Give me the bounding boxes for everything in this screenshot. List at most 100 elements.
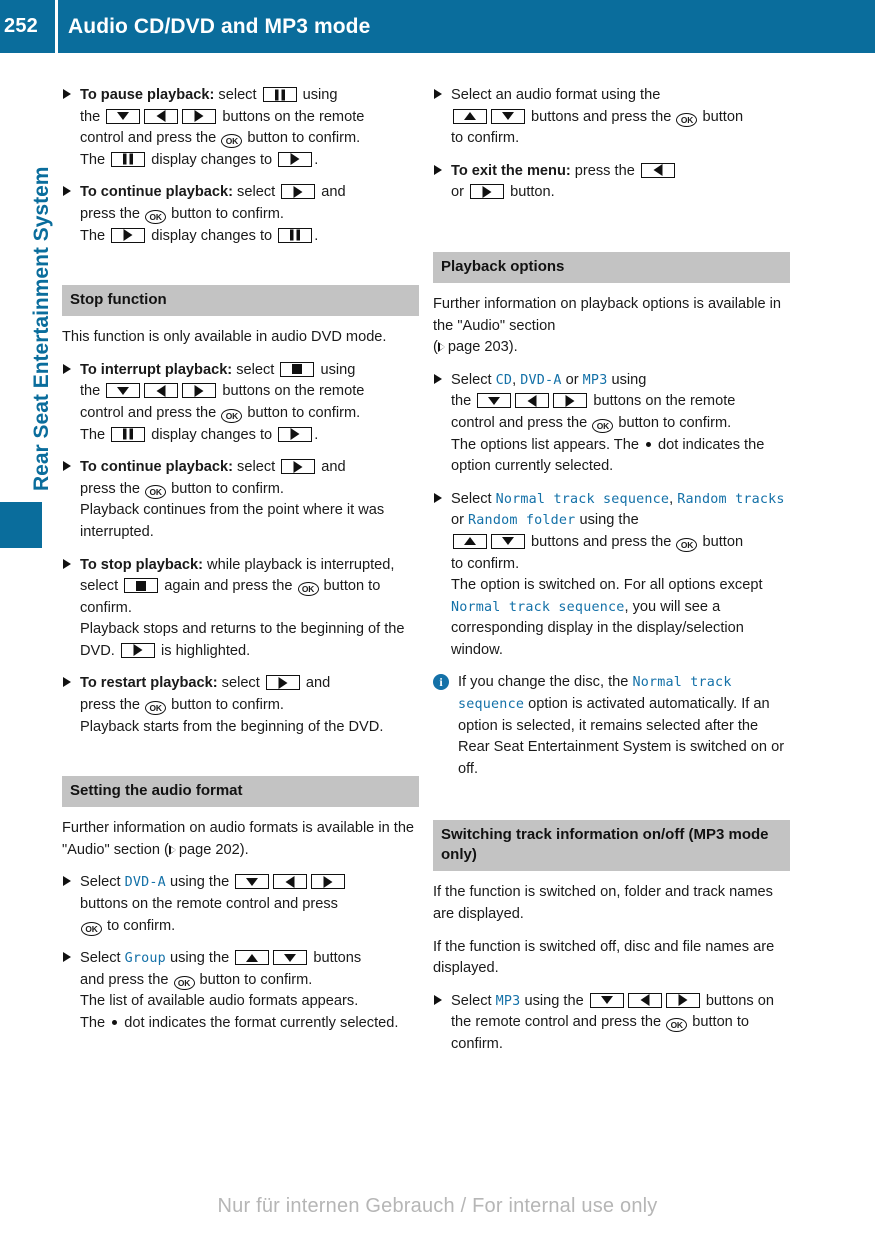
page-title: Audio CD/DVD and MP3 mode [68, 14, 371, 38]
ok-button-icon: OK [221, 408, 243, 423]
text: . [314, 227, 319, 244]
play-icon [281, 459, 316, 475]
text: dot indicates the format currently selec… [120, 1015, 399, 1031]
text: buttons on the remote [218, 383, 365, 400]
pause-icon [262, 87, 297, 102]
text: The [80, 426, 110, 443]
text: buttons and press the [527, 108, 676, 125]
ok-button-icon: OK [666, 1018, 688, 1033]
arrow-right-icon [182, 108, 217, 124]
text: button to confirm. [243, 404, 361, 421]
text: buttons [309, 950, 362, 967]
list-item: Select CD, DVD-A or MP3 using the button… [433, 370, 790, 478]
ok-button-icon: OK [676, 112, 698, 127]
ok-button-icon: OK [81, 921, 102, 936]
text: control and press the [80, 130, 221, 147]
list-item: To exit the menu: press the or button. [433, 161, 790, 204]
paragraph: This function is only available in audio… [62, 329, 387, 346]
arrow-down-icon [491, 108, 525, 124]
bullet-triangle-icon [434, 89, 442, 99]
footer-watermark: Nur für internen Gebrauch / For internal… [217, 1195, 658, 1217]
bullet-lead: To pause playback: [80, 87, 215, 103]
text: Further information on playback options … [433, 295, 782, 334]
text: again and press the [160, 578, 297, 595]
list-item: To stop playback: while playback is inte… [62, 555, 419, 663]
arrow-up-icon [453, 108, 487, 124]
paragraph: Further information on audio formats is … [62, 818, 419, 861]
arrow-right-icon [182, 383, 217, 399]
page-reference: page 202 [178, 841, 240, 858]
arrow-up-icon [235, 950, 270, 966]
bullet-triangle-icon [63, 89, 71, 99]
text: using [607, 371, 647, 388]
play-icon [111, 227, 146, 243]
text: Select [451, 371, 496, 388]
text: display changes to [147, 151, 277, 168]
bullet-lead: To exit the menu: [451, 162, 571, 179]
text: select [214, 87, 261, 103]
text: press the [80, 205, 145, 222]
text: using the [575, 512, 639, 529]
ui-term: DVD-A [124, 875, 166, 891]
arrow-left-icon [515, 393, 550, 409]
text: button [698, 533, 744, 550]
arrow-left-icon [144, 108, 179, 124]
text: button to confirm. [243, 130, 361, 147]
section-heading-playback-options: Playback options [433, 251, 790, 283]
arrow-left-icon [144, 383, 179, 399]
arrow-down-icon [273, 950, 308, 966]
selection-dot-icon [646, 441, 651, 447]
ui-term: Random tracks [677, 491, 785, 507]
text: The options list appears. The [451, 436, 643, 453]
section-heading-audio-format: Setting the audio format [62, 776, 419, 808]
text: or [451, 184, 469, 201]
info-note: i If you change the disc, the Normal trac… [433, 672, 790, 780]
arrow-down-icon [491, 533, 525, 549]
text: to confirm. [451, 555, 520, 572]
section-heading-track-information: Switching track information on/off (MP3 … [433, 820, 790, 872]
bullet-triangle-icon [434, 994, 442, 1005]
text: The option is switched on. For all optio… [451, 577, 763, 594]
text: using [298, 87, 338, 103]
paragraph: If the function is switched off, disc an… [433, 938, 775, 977]
arrow-right-icon [311, 874, 346, 890]
list-item: Select MP3 using the buttons on the remo… [433, 991, 790, 1056]
page-reference: page 203 [447, 339, 509, 356]
header-divider [55, 0, 58, 53]
bullet-triangle-icon [63, 952, 71, 963]
text: and press the [80, 971, 173, 988]
ok-button-icon: OK [676, 537, 698, 552]
text: control and press the [451, 414, 592, 431]
arrow-right-icon [665, 992, 700, 1008]
bullet-triangle-icon [63, 558, 71, 569]
text: select [217, 675, 264, 692]
list-item: Select Group using the buttons and press… [62, 948, 419, 1034]
list-item: To continue playback: select and press t… [62, 182, 419, 247]
text: press the [570, 162, 639, 179]
chapter-rail: Rear Seat Entertainment System [0, 53, 53, 1241]
text: Playback starts from the beginning of th… [80, 718, 384, 735]
page-reference-arrow-icon [437, 342, 445, 353]
list-item: To pause playback: select using the butt… [62, 85, 419, 171]
bullet-triangle-icon [434, 373, 442, 384]
text: using the [165, 950, 234, 967]
page-number: 252 [4, 15, 38, 37]
ok-button-icon: OK [173, 975, 195, 990]
list-item: Select Normal track sequence, Random tra… [433, 489, 790, 662]
text: select [233, 184, 280, 201]
arrow-down-icon [235, 874, 270, 890]
text: and [317, 459, 346, 476]
text: and [317, 184, 346, 201]
text: is highlighted. [156, 642, 251, 659]
text: The [80, 1015, 110, 1031]
chapter-rail-tab [0, 502, 42, 548]
text: . [314, 151, 319, 168]
text: buttons on the remote [589, 393, 736, 410]
text: the [451, 393, 476, 410]
text: using [316, 361, 356, 378]
play-icon [265, 675, 300, 691]
pause-icon [111, 151, 146, 167]
text: to confirm. [451, 130, 520, 147]
pause-icon [111, 426, 146, 442]
page-reference-arrow-icon [168, 844, 176, 855]
